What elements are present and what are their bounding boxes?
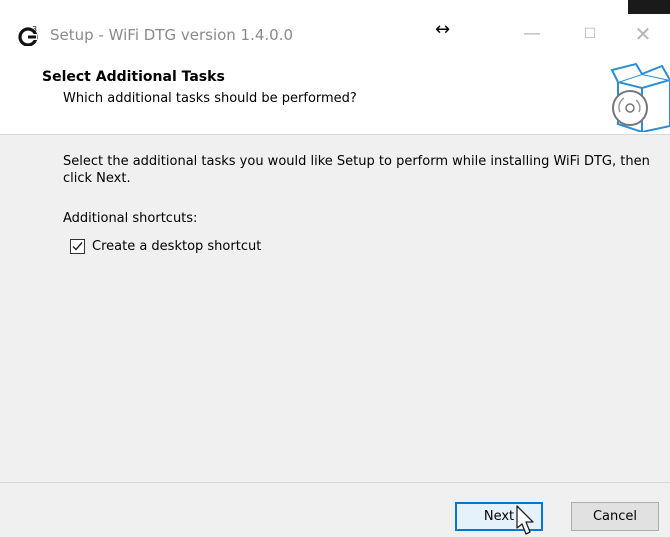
top-strip (0, 0, 670, 14)
setup-box-disc-icon (610, 62, 670, 132)
shortcuts-label: Additional shortcuts: (63, 211, 198, 226)
maximize-button[interactable]: ☐ (563, 14, 617, 56)
mouse-cursor-icon (516, 505, 534, 535)
cancel-button[interactable]: Cancel (571, 502, 659, 531)
footer: Next Cancel (0, 482, 670, 537)
svg-text:3: 3 (32, 25, 37, 34)
resize-arrows-icon: ↔ (435, 19, 451, 40)
app-icon: 3 (18, 25, 38, 46)
desktop-shortcut-label[interactable]: Create a desktop shortcut (92, 239, 261, 254)
close-button[interactable]: ✕ (616, 14, 670, 56)
checkmark-icon (72, 241, 83, 251)
wizard-header: Select Additional Tasks Which additional… (0, 56, 670, 135)
page-subtitle: Which additional tasks should be perform… (63, 91, 357, 106)
task-description: Select the additional tasks you would li… (63, 154, 650, 186)
content-panel: Select the additional tasks you would li… (0, 135, 670, 482)
desktop-shortcut-checkbox[interactable] (70, 238, 85, 254)
page-title: Select Additional Tasks (42, 69, 225, 85)
top-strip-dark (628, 0, 670, 14)
window-title: Setup - WiFi DTG version 1.4.0.0 (50, 26, 294, 44)
minimize-button[interactable]: — (505, 14, 559, 56)
desktop-shortcut-option[interactable]: Create a desktop shortcut (70, 237, 261, 255)
